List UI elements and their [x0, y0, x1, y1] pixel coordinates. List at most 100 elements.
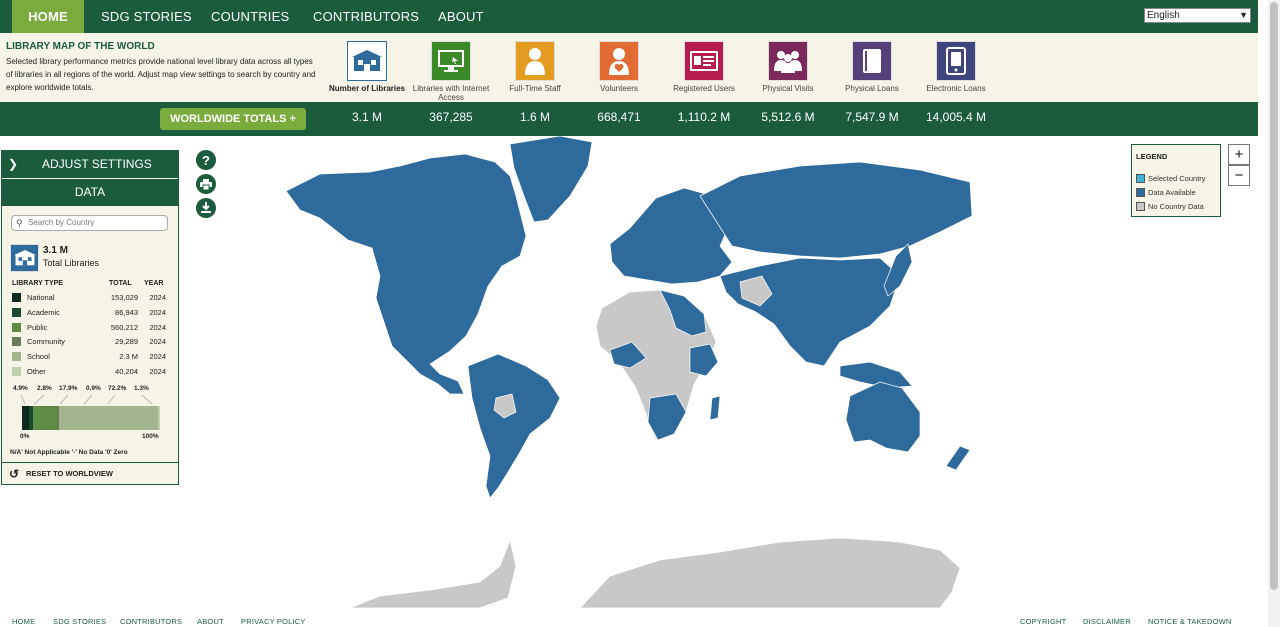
type-total: 560,212 [110, 323, 138, 332]
metric-registered-users[interactable]: Registered Users [664, 41, 744, 93]
legend-no-country-data: No Country Data [1136, 202, 1204, 211]
chevron-down-icon: ▼ [1239, 10, 1248, 20]
library-type-row: Community 29,289 2024 [12, 336, 166, 348]
footer-privacy-policy-link[interactable]: PRIVACY POLICY [241, 617, 306, 626]
worldwide-totals-button[interactable]: WORLDWIDE TOTALS + [160, 108, 306, 130]
metric-label: Number of Libraries [328, 84, 405, 93]
metric-physical-visits[interactable]: Physical Visits [748, 41, 828, 93]
reset-label: RESET TO WORLDVIEW [26, 469, 113, 478]
page-title: LIBRARY MAP OF THE WORLD [6, 41, 155, 52]
type-total: 2.3 M [119, 352, 138, 361]
reset-to-worldview-button[interactable]: ↺ RESET TO WORLDVIEW [2, 462, 178, 484]
nav-contributors[interactable]: CONTRIBUTORS [313, 0, 419, 33]
scale-min: 0% [20, 433, 30, 440]
type-year: 2024 [149, 367, 166, 376]
type-total: 40,204 [115, 367, 138, 376]
metric-label: Electronic Loans [926, 84, 986, 93]
metric-label: Full-Time Staff [509, 84, 561, 93]
language-select[interactable]: English ▼ [1144, 8, 1251, 23]
print-icon[interactable] [196, 174, 216, 194]
scrollbar-thumb[interactable] [1270, 2, 1278, 590]
map-legend: LEGEND Selected Country Data Available N… [1131, 144, 1221, 217]
metric-full-time-staff[interactable]: Full-Time Staff [495, 41, 575, 93]
total-libraries-value: 3.1 M [43, 245, 69, 256]
metric-number-of-libraries[interactable]: Number of Libraries [327, 41, 407, 93]
nav-about[interactable]: ABOUT [438, 0, 484, 33]
total-physical-visits: 5,512.6 M [761, 110, 815, 124]
legend-data-available: Data Available [1136, 188, 1196, 197]
region-new-zealand[interactable] [945, 445, 971, 471]
swatch [1136, 188, 1145, 197]
col-library-type: LIBRARY TYPE [12, 280, 63, 287]
percent-public: 17.9% [59, 385, 78, 392]
data-header: DATA [2, 179, 178, 206]
book-icon [852, 41, 892, 81]
region-south-america[interactable] [467, 353, 561, 499]
scale-max: 100% [142, 433, 159, 440]
zoom-out-button[interactable]: − [1228, 165, 1250, 186]
type-total: 153,029 [110, 293, 138, 302]
metric-internet-access[interactable]: Libraries with Internet Access [411, 41, 491, 102]
region-east-africa[interactable] [689, 343, 719, 377]
legend-label: Selected Country [1148, 174, 1206, 183]
page-scrollbar[interactable] [1268, 0, 1280, 627]
type-year: 2024 [149, 352, 166, 361]
type-year: 2024 [149, 308, 166, 317]
swatch [12, 308, 21, 317]
swatch [1136, 174, 1145, 183]
legend-label: Data Available [1148, 188, 1196, 197]
region-asia[interactable] [719, 257, 901, 367]
col-total: TOTAL [109, 280, 132, 287]
settings-panel: ❯ ADJUST SETTINGS DATA ⚲ Search by Count… [1, 150, 179, 485]
type-year: 2024 [149, 293, 166, 302]
metric-electronic-loans[interactable]: Electronic Loans [916, 41, 996, 93]
footer-about-link[interactable]: ABOUT [197, 617, 224, 626]
region-madagascar[interactable] [709, 395, 721, 421]
region-australia[interactable] [845, 381, 921, 453]
total-volunteers: 668,471 [597, 110, 641, 124]
world-map[interactable] [280, 136, 980, 612]
metrics-band: LIBRARY MAP OF THE WORLD Selected librar… [0, 33, 1258, 102]
search-country-input[interactable]: ⚲ Search by Country [11, 215, 168, 231]
legend-label: No Country Data [1148, 202, 1204, 211]
share-segment-national [22, 406, 29, 430]
percent-other: 1.3% [134, 385, 149, 392]
footer-disclaimer-link[interactable]: DISCLAIMER [1083, 617, 1131, 626]
percent-leader-lines [20, 394, 153, 405]
adjust-settings-toggle[interactable]: ❯ ADJUST SETTINGS [2, 151, 178, 178]
nav-sdg-stories[interactable]: SDG STORIES [101, 0, 192, 33]
page-description: Selected library performance metrics pro… [6, 57, 316, 92]
type-year: 2024 [149, 323, 166, 332]
reset-icon: ↺ [9, 467, 20, 481]
metric-label: Physical Visits [762, 84, 814, 93]
type-name: School [27, 352, 50, 361]
library-type-row: Other 40,204 2024 [12, 366, 166, 378]
library-type-row: Public 560,212 2024 [12, 322, 166, 334]
computer-monitor-icon [431, 41, 471, 81]
footer-notice-takedown-link[interactable]: NOTICE & TAKEDOWN [1148, 617, 1232, 626]
nav-home[interactable]: HOME [12, 0, 84, 33]
type-year: 2024 [149, 337, 166, 346]
zoom-in-button[interactable]: + [1228, 144, 1250, 165]
footer-contributors-link[interactable]: CONTRIBUTORS [120, 617, 182, 626]
library-type-row: Academic 86,943 2024 [12, 307, 166, 319]
region-greenland[interactable] [509, 136, 593, 223]
metric-label: Libraries with Internet Access [412, 84, 490, 102]
region-russia[interactable] [699, 161, 973, 259]
metric-physical-loans[interactable]: Physical Loans [832, 41, 912, 93]
region-antarctica [349, 537, 961, 609]
chevron-down-icon: ❯ [8, 157, 19, 171]
nav-countries[interactable]: COUNTRIES [211, 0, 289, 33]
total-number-of-libraries: 3.1 M [351, 110, 382, 124]
footer-copyright-link[interactable]: COPYRIGHT [1020, 617, 1066, 626]
metric-label: Registered Users [673, 84, 735, 93]
metric-label: Physical Loans [845, 84, 899, 93]
total-registered-users: 1,110.2 M [677, 110, 731, 124]
help-icon[interactable]: ? [196, 150, 216, 170]
footer-home-link[interactable]: HOME [12, 617, 35, 626]
swatch [12, 293, 21, 302]
type-name: Academic [27, 308, 60, 317]
download-icon[interactable] [196, 198, 216, 218]
footer-sdg-stories-link[interactable]: SDG STORIES [53, 617, 106, 626]
metric-volunteers[interactable]: Volunteers [579, 41, 659, 93]
